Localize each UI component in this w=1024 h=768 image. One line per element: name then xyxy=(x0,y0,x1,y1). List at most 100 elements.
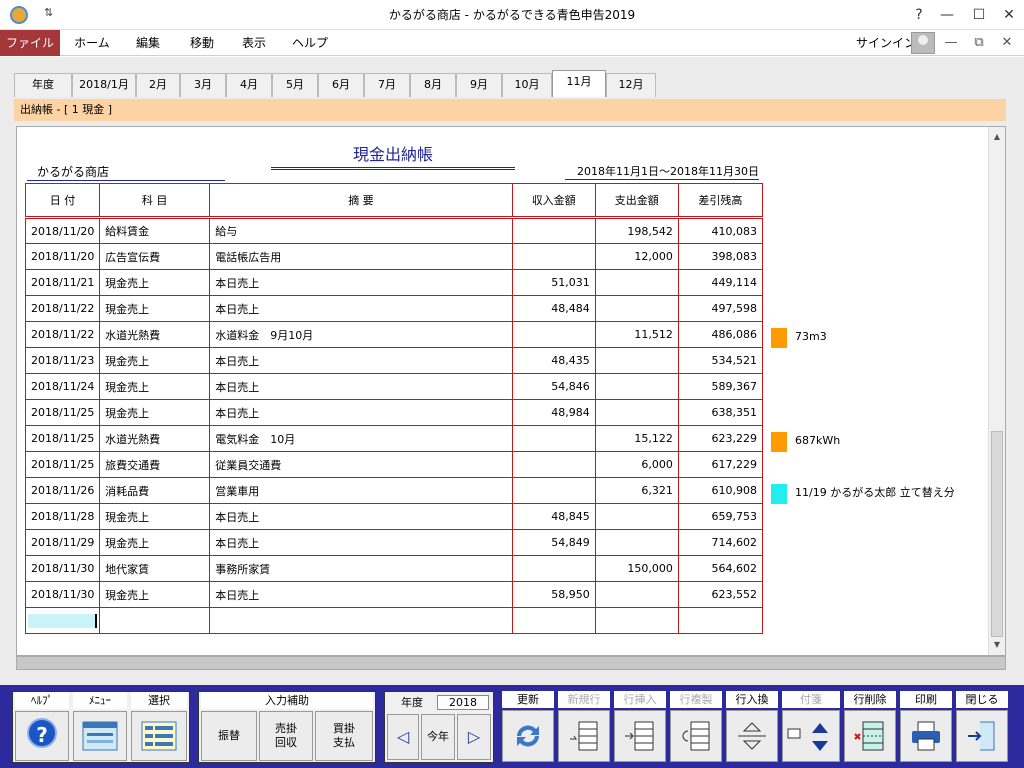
delete-row-button[interactable] xyxy=(844,710,896,762)
cell-income[interactable]: 51,031 xyxy=(511,269,596,296)
close-button[interactable] xyxy=(956,710,1008,762)
table-row[interactable]: 2018/11/29 現金売上 本日売上 54,849 714,602 xyxy=(24,529,764,556)
table-row[interactable]: 2018/11/22 現金売上 本日売上 48,484 497,598 xyxy=(24,295,764,322)
cell-account[interactable]: 現金売上 xyxy=(99,399,211,426)
cell-income[interactable]: 48,484 xyxy=(511,295,596,322)
copy-row-button[interactable] xyxy=(670,710,722,762)
cell-balance[interactable]: 449,114 xyxy=(677,269,764,296)
cell-expense[interactable]: 15,122 xyxy=(594,425,679,452)
close-window-button[interactable]: ✕ xyxy=(996,4,1022,26)
cell-income[interactable] xyxy=(511,217,596,244)
ribbon-minimize-button[interactable]: — xyxy=(938,30,964,56)
table-row[interactable]: 2018/11/26 消耗品費 営業車用 6,321 610,908 xyxy=(24,477,764,504)
cell-description[interactable]: 本日売上 xyxy=(209,269,513,296)
furikae-button[interactable]: 振替 xyxy=(201,711,257,761)
cell-expense[interactable]: 6,321 xyxy=(594,477,679,504)
next-year-icon[interactable]: ▷ xyxy=(457,714,491,760)
cell-description[interactable]: 本日売上 xyxy=(209,529,513,556)
cell-expense[interactable] xyxy=(594,399,679,426)
cell-balance[interactable]: 410,083 xyxy=(677,217,764,244)
tab-jun[interactable]: 6月 xyxy=(318,73,364,97)
tab-jul[interactable]: 7月 xyxy=(364,73,410,97)
swap-row-button[interactable] xyxy=(726,710,778,762)
cell-account[interactable]: 現金売上 xyxy=(99,347,211,374)
cell-account[interactable]: 現金売上 xyxy=(99,373,211,400)
cell-balance[interactable]: 623,552 xyxy=(677,581,764,608)
cell-balance[interactable] xyxy=(677,607,764,634)
cell-expense[interactable] xyxy=(594,503,679,530)
cell-balance[interactable]: 610,908 xyxy=(677,477,764,504)
table-row[interactable]: 2018/11/22 水道光熱費 水道料金 9月10月 11,512 486,086 xyxy=(24,321,764,348)
cell-date[interactable]: 2018/11/20 xyxy=(24,243,101,270)
cell-date[interactable]: 2018/11/30 xyxy=(24,581,101,608)
cell-account[interactable]: 地代家賃 xyxy=(99,555,211,582)
cell-account[interactable]: 現金売上 xyxy=(99,503,211,530)
tab-year[interactable]: 年度 xyxy=(14,73,72,97)
cell-balance[interactable]: 486,086 xyxy=(677,321,764,348)
table-row[interactable]: 2018/11/20 給料賃金 給与 198,542 410,083 xyxy=(24,217,764,244)
cell-account[interactable]: 給料賃金 xyxy=(99,217,211,244)
cell-expense[interactable] xyxy=(594,295,679,322)
cell-date[interactable]: 2018/11/22 xyxy=(24,321,101,348)
cell-balance[interactable]: 564,602 xyxy=(677,555,764,582)
tab-may[interactable]: 5月 xyxy=(272,73,318,97)
table-row[interactable]: 2018/11/25 旅費交通費 従業員交通費 6,000 617,229 xyxy=(24,451,764,478)
cell-account[interactable] xyxy=(99,607,211,634)
ribbon-tab-edit[interactable]: 編集 xyxy=(122,30,174,56)
cell-balance[interactable]: 659,753 xyxy=(677,503,764,530)
insert-row-button[interactable] xyxy=(614,710,666,762)
cell-expense[interactable] xyxy=(594,347,679,374)
prev-year-icon[interactable]: ◁ xyxy=(387,714,419,760)
ribbon-tab-view[interactable]: 表示 xyxy=(228,30,280,56)
avatar[interactable] xyxy=(911,32,935,54)
cell-expense[interactable]: 12,000 xyxy=(594,243,679,270)
ribbon-close-button[interactable]: ✕ xyxy=(994,30,1020,56)
cell-date[interactable]: 2018/11/29 xyxy=(24,529,101,556)
new-entry-row[interactable] xyxy=(24,607,764,634)
scroll-thumb[interactable] xyxy=(991,431,1003,637)
cell-balance[interactable]: 398,083 xyxy=(677,243,764,270)
cell-income[interactable] xyxy=(511,321,596,348)
cell-balance[interactable]: 497,598 xyxy=(677,295,764,322)
cell-income[interactable] xyxy=(511,477,596,504)
cell-income[interactable]: 54,846 xyxy=(511,373,596,400)
cell-description[interactable] xyxy=(209,607,513,634)
ribbon-restore-button[interactable]: ⧉ xyxy=(966,30,992,56)
cell-income[interactable] xyxy=(511,555,596,582)
cell-expense[interactable] xyxy=(594,607,679,634)
cell-expense[interactable] xyxy=(594,529,679,556)
cell-description[interactable]: 本日売上 xyxy=(209,399,513,426)
table-row[interactable]: 2018/11/30 地代家賃 事務所家賃 150,000 564,602 xyxy=(24,555,764,582)
tab-apr[interactable]: 4月 xyxy=(226,73,272,97)
table-row[interactable]: 2018/11/28 現金売上 本日売上 48,845 659,753 xyxy=(24,503,764,530)
cell-date[interactable] xyxy=(24,607,101,634)
this-year-button[interactable]: 今年 xyxy=(421,714,455,760)
cell-description[interactable]: 事務所家賃 xyxy=(209,555,513,582)
cell-description[interactable]: 本日売上 xyxy=(209,503,513,530)
cell-account[interactable]: 水道光熱費 xyxy=(99,425,211,452)
select-button[interactable] xyxy=(131,711,187,761)
horizontal-scrollbar[interactable] xyxy=(16,656,1006,670)
ribbon-tab-help[interactable]: ヘルプ xyxy=(284,30,336,56)
tag-button[interactable] xyxy=(782,710,840,762)
cell-income[interactable] xyxy=(511,607,596,634)
cell-balance[interactable]: 714,602 xyxy=(677,529,764,556)
ribbon-tab-file[interactable]: ファイル xyxy=(0,30,60,56)
tab-aug[interactable]: 8月 xyxy=(410,73,456,97)
cell-account[interactable]: 現金売上 xyxy=(99,295,211,322)
cell-income[interactable]: 48,984 xyxy=(511,399,596,426)
ribbon-tab-move[interactable]: 移動 xyxy=(176,30,228,56)
cell-balance[interactable]: 623,229 xyxy=(677,425,764,452)
tab-feb[interactable]: 2月 xyxy=(136,73,180,97)
cell-account[interactable]: 広告宣伝費 xyxy=(99,243,211,270)
cell-income[interactable]: 58,950 xyxy=(511,581,596,608)
urikake-button[interactable]: 売掛 回収 xyxy=(259,711,313,761)
scroll-up-icon[interactable]: ▲ xyxy=(989,129,1005,145)
cell-expense[interactable] xyxy=(594,373,679,400)
new-row-button[interactable] xyxy=(558,710,610,762)
cell-income[interactable]: 54,849 xyxy=(511,529,596,556)
cell-date[interactable]: 2018/11/20 xyxy=(24,217,101,244)
update-button[interactable] xyxy=(502,710,554,762)
cell-account[interactable]: 消耗品費 xyxy=(99,477,211,504)
cell-date[interactable]: 2018/11/30 xyxy=(24,555,101,582)
